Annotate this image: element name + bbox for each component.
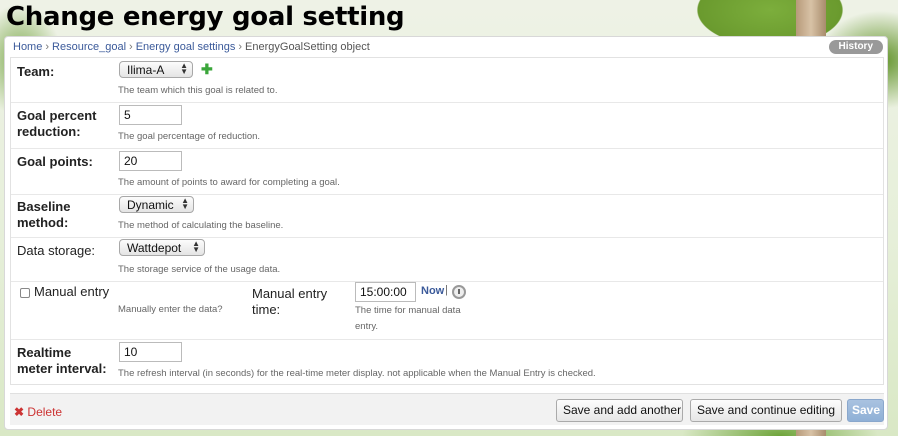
breadcrumb-separator: › bbox=[129, 41, 133, 53]
delete-label: Delete bbox=[27, 405, 63, 419]
content-panel: Home › Resource_goal › Energy goal settings ›… bbox=[4, 36, 888, 430]
goal-percent-input[interactable] bbox=[119, 105, 182, 125]
baseline-method-label-line1: Baseline bbox=[17, 199, 71, 214]
field-row-realtime-interval: Realtime meter interval: The refresh int… bbox=[11, 340, 883, 386]
data-storage-select[interactable]: Wattdepot ▲ ▼ bbox=[119, 239, 205, 256]
breadcrumb-energy-goal-settings[interactable]: Energy goal settings bbox=[136, 41, 236, 53]
select-arrows-icon: ▲ ▼ bbox=[192, 239, 200, 254]
goal-points-label: Goal points: bbox=[17, 154, 93, 169]
breadcrumb: Home › Resource_goal › Energy goal settings ›… bbox=[13, 41, 370, 53]
select-arrows-icon: ▲ ▼ bbox=[180, 61, 188, 76]
field-row-manual-entry: Manual entry Manually enter the data? Ma… bbox=[11, 282, 883, 340]
baseline-method-help: The method of calculating the baseline. bbox=[118, 220, 284, 231]
goal-percent-help: The goal percentage of reduction. bbox=[118, 131, 261, 142]
now-separator: | bbox=[445, 284, 448, 296]
baseline-method-label: Baseline method: bbox=[17, 199, 70, 231]
baseline-method-label-line2: method: bbox=[17, 215, 69, 230]
select-arrows-icon: ▲ ▼ bbox=[181, 196, 189, 211]
field-row-goal-points: Goal points: The amount of points to awa… bbox=[11, 149, 883, 195]
save-and-add-another-button[interactable]: Save and add another bbox=[556, 399, 683, 422]
goal-points-input[interactable] bbox=[119, 151, 182, 171]
goal-percent-label-line2: reduction: bbox=[17, 124, 81, 139]
data-storage-help: The storage service of the usage data. bbox=[118, 264, 281, 275]
manual-entry-time-label: Manual entry time: bbox=[252, 286, 327, 318]
realtime-interval-input[interactable] bbox=[119, 342, 182, 362]
edit-form: Team: Ilima-A ▲ ▼ ✚ The team which this g… bbox=[10, 57, 884, 385]
breadcrumb-current: EnergyGoalSetting object bbox=[245, 41, 370, 53]
realtime-interval-help: The refresh interval (in seconds) for th… bbox=[118, 368, 596, 379]
data-storage-label: Data storage: bbox=[17, 243, 96, 258]
realtime-interval-label: Realtime meter interval: bbox=[17, 345, 107, 377]
page-title: Change energy goal setting bbox=[6, 2, 405, 32]
manual-entry-time-input[interactable] bbox=[355, 282, 416, 302]
save-and-continue-button[interactable]: Save and continue editing bbox=[690, 399, 842, 422]
goal-percent-label: Goal percent reduction: bbox=[17, 108, 96, 140]
manual-entry-time-label-line1: Manual entry bbox=[252, 286, 328, 301]
team-help: The team which this goal is related to. bbox=[118, 85, 278, 96]
breadcrumb-separator: › bbox=[45, 41, 50, 53]
realtime-interval-label-line1: Realtime bbox=[17, 345, 72, 360]
team-select[interactable]: Ilima-A ▲ ▼ bbox=[119, 61, 193, 78]
delete-link[interactable]: ✖ Delete bbox=[14, 405, 62, 419]
add-team-icon[interactable]: ✚ bbox=[201, 61, 213, 78]
now-link[interactable]: Now bbox=[421, 285, 444, 297]
field-row-goal-percent: Goal percent reduction: The goal percent… bbox=[11, 103, 883, 149]
baseline-method-select-value: Dynamic bbox=[127, 198, 174, 212]
realtime-interval-label-line2: meter interval: bbox=[17, 361, 107, 376]
team-select-value: Ilima-A bbox=[127, 63, 165, 77]
field-row-data-storage: Data storage: Wattdepot ▲ ▼ The storage s… bbox=[11, 238, 883, 282]
manual-entry-time-help-line1: The time for manual data bbox=[355, 305, 461, 316]
breadcrumb-resource-goal[interactable]: Resource_goal bbox=[52, 41, 126, 53]
manual-entry-time-help: The time for manual data entry. bbox=[355, 303, 461, 335]
submit-row: ✖ Delete Save and add another Save and c… bbox=[10, 393, 884, 425]
manual-entry-time-help-line2: entry. bbox=[355, 321, 379, 332]
breadcrumb-home[interactable]: Home bbox=[13, 41, 42, 53]
goal-points-help: The amount of points to award for comple… bbox=[118, 177, 340, 188]
clock-icon[interactable] bbox=[452, 285, 466, 299]
history-button[interactable]: History bbox=[828, 40, 883, 54]
delete-icon: ✖ bbox=[14, 405, 25, 419]
save-button[interactable]: Save bbox=[847, 399, 884, 422]
field-row-baseline-method: Baseline method: Dynamic ▲ ▼ The method o… bbox=[11, 195, 883, 238]
team-label: Team: bbox=[17, 64, 55, 79]
goal-percent-label-line1: Goal percent bbox=[17, 108, 97, 123]
data-storage-select-value: Wattdepot bbox=[127, 241, 182, 255]
breadcrumb-separator: › bbox=[238, 41, 243, 53]
manual-entry-checkbox[interactable] bbox=[20, 288, 30, 298]
manual-entry-time-label-line2: time: bbox=[252, 302, 281, 317]
field-row-team: Team: Ilima-A ▲ ▼ ✚ The team which this g… bbox=[11, 58, 883, 103]
baseline-method-select[interactable]: Dynamic ▲ ▼ bbox=[119, 196, 194, 213]
manual-entry-label: Manual entry bbox=[34, 284, 110, 299]
manual-entry-help: Manually enter the data? bbox=[118, 304, 223, 315]
